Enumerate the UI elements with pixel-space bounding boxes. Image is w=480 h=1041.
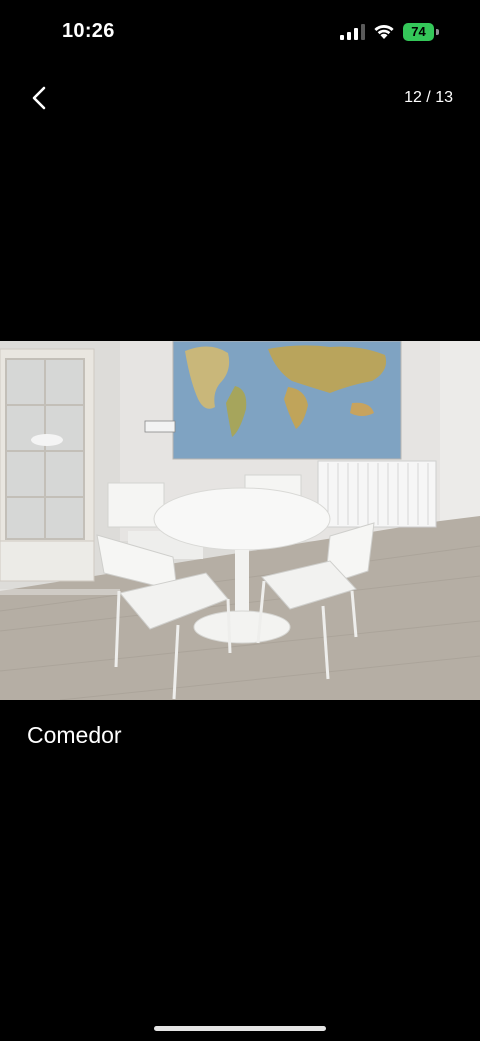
gallery-photo[interactable] — [0, 341, 480, 700]
battery-level: 74 — [411, 24, 426, 39]
wifi-icon — [374, 24, 394, 39]
photo-caption: Comedor — [27, 722, 122, 748]
dining-room-photo — [0, 341, 480, 700]
status-time: 10:26 — [62, 20, 115, 42]
back-button[interactable] — [22, 80, 58, 116]
page-counter: 12 / 13 — [404, 89, 453, 106]
chevron-left-icon — [32, 86, 46, 110]
battery-tip — [436, 29, 439, 35]
home-indicator[interactable] — [154, 1026, 326, 1031]
viewer-nav-bar: 12 / 13 — [0, 70, 480, 126]
status-bar: 10:26 74 — [0, 0, 480, 64]
cellular-signal-icon — [340, 24, 365, 40]
battery-indicator: 74 — [403, 23, 439, 41]
